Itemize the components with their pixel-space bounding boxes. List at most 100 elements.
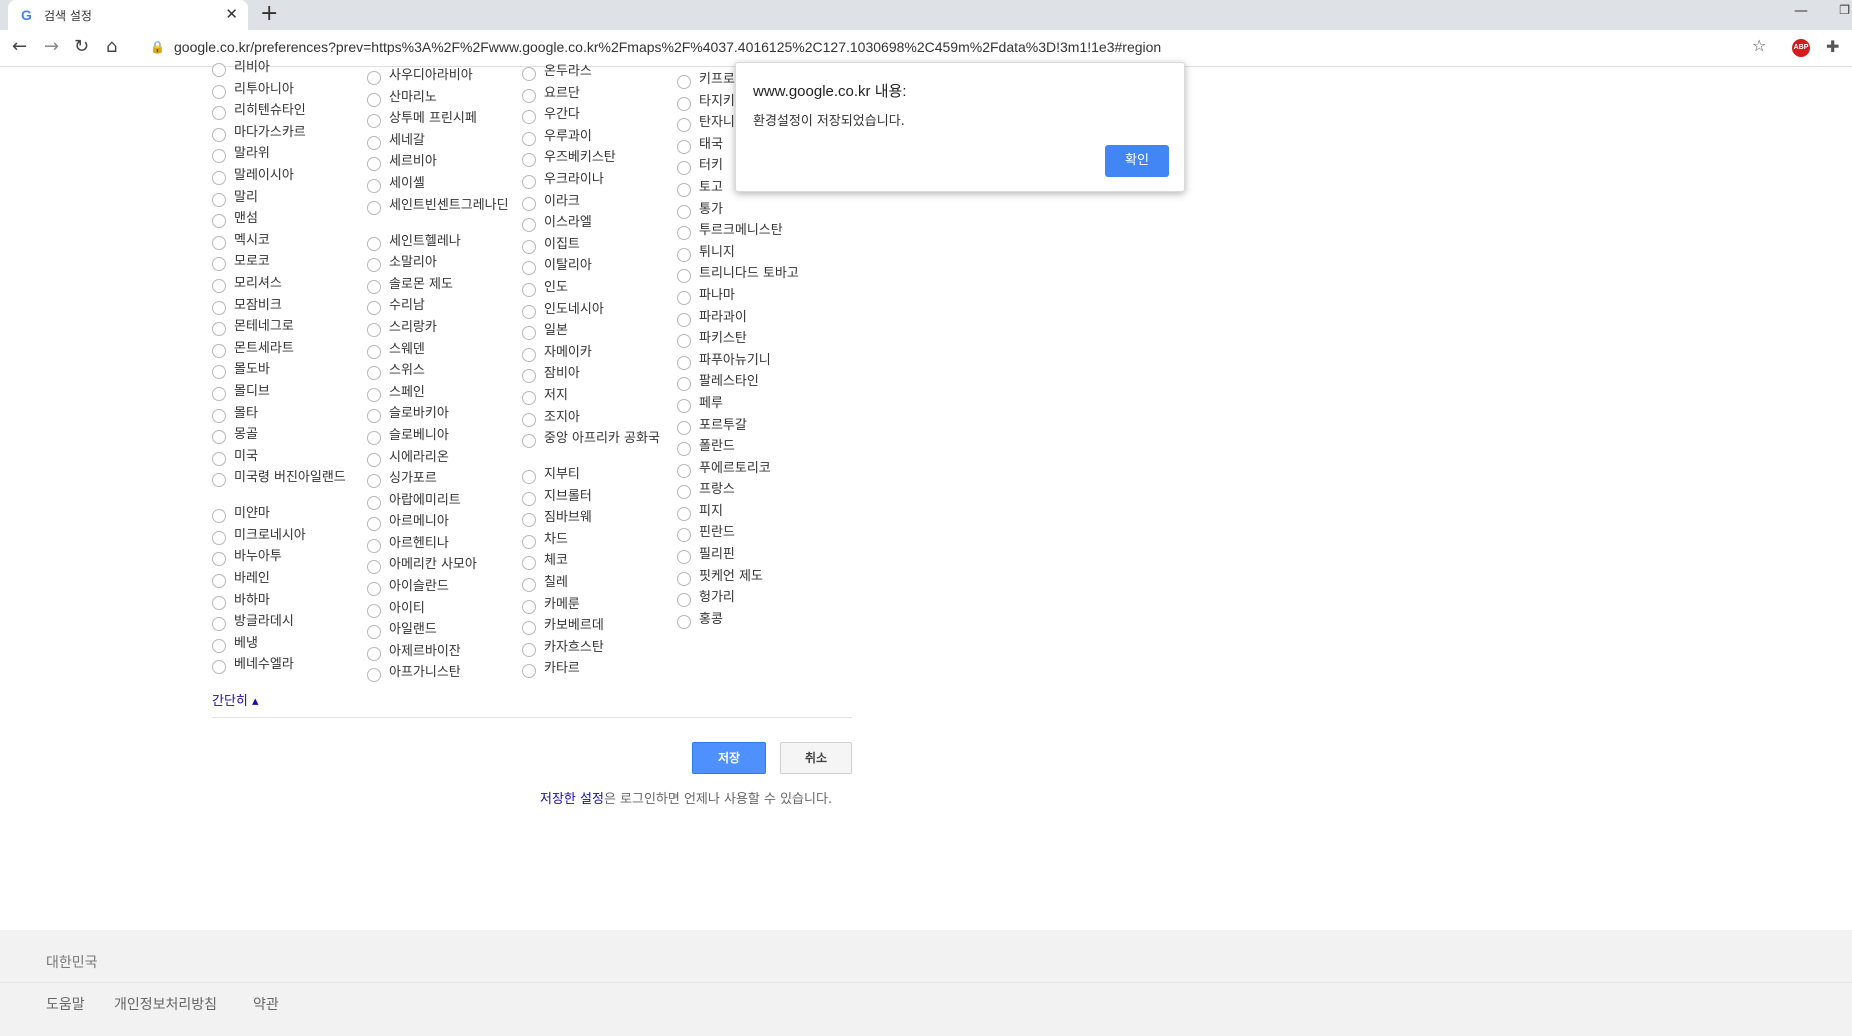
- region-option[interactable]: 우간다: [522, 107, 672, 129]
- region-option[interactable]: 일본: [522, 323, 672, 345]
- radio-button[interactable]: [522, 534, 536, 549]
- saved-settings-link[interactable]: 저장한 설정: [540, 792, 604, 807]
- radio-button[interactable]: [677, 463, 691, 478]
- region-option[interactable]: 파나마: [677, 288, 827, 310]
- radio-button[interactable]: [212, 574, 226, 589]
- region-option[interactable]: 미크로네시아: [212, 528, 362, 550]
- radio-button[interactable]: [677, 377, 691, 392]
- radio-button[interactable]: [367, 178, 381, 193]
- radio-button[interactable]: [677, 398, 691, 413]
- region-option[interactable]: 시에라리온: [367, 450, 517, 472]
- region-option[interactable]: 산마리노: [367, 90, 517, 112]
- radio-button[interactable]: [212, 192, 226, 207]
- region-option[interactable]: 싱가포르: [367, 471, 517, 493]
- radio-button[interactable]: [212, 170, 226, 185]
- radio-button[interactable]: [212, 127, 226, 142]
- radio-button[interactable]: [212, 300, 226, 315]
- region-option[interactable]: 맨섬: [212, 211, 362, 233]
- reload-icon[interactable]: ↻: [74, 36, 89, 57]
- radio-button[interactable]: [522, 470, 536, 485]
- region-option[interactable]: 폴란드: [677, 439, 827, 461]
- region-option[interactable]: 말라위: [212, 146, 362, 168]
- region-option[interactable]: 말레이시아: [212, 168, 362, 190]
- region-option[interactable]: 세인트빈센트그레나딘: [367, 198, 517, 234]
- radio-button[interactable]: [522, 369, 536, 384]
- radio-button[interactable]: [522, 261, 536, 276]
- region-option[interactable]: 리비아: [212, 60, 362, 82]
- region-option[interactable]: 지브롤터: [522, 489, 672, 511]
- radio-button[interactable]: [522, 434, 536, 449]
- collapse-link[interactable]: 간단히 ▴: [212, 690, 259, 709]
- region-option[interactable]: 카타르: [522, 661, 672, 683]
- region-option[interactable]: 미국령 버진아일랜드: [212, 470, 362, 506]
- region-option[interactable]: 수리남: [367, 298, 517, 320]
- region-option[interactable]: 스리랑카: [367, 320, 517, 342]
- radio-button[interactable]: [367, 322, 381, 337]
- radio-button[interactable]: [522, 326, 536, 341]
- region-option[interactable]: 마다가스카르: [212, 125, 362, 147]
- region-option[interactable]: 아랍에미리트: [367, 493, 517, 515]
- region-option[interactable]: 스페인: [367, 385, 517, 407]
- radio-button[interactable]: [367, 582, 381, 597]
- region-option[interactable]: 모로코: [212, 254, 362, 276]
- region-option[interactable]: 카자흐스탄: [522, 640, 672, 662]
- radio-button[interactable]: [677, 226, 691, 241]
- region-option[interactable]: 핏케언 제도: [677, 569, 827, 591]
- region-option[interactable]: 온두라스: [522, 64, 672, 86]
- region-option[interactable]: 이라크: [522, 194, 672, 216]
- radio-button[interactable]: [367, 344, 381, 359]
- radio-button[interactable]: [212, 473, 226, 488]
- region-option[interactable]: 세이셸: [367, 176, 517, 198]
- radio-button[interactable]: [677, 290, 691, 305]
- region-option[interactable]: 스위스: [367, 363, 517, 385]
- radio-button[interactable]: [677, 442, 691, 457]
- region-option[interactable]: 홍콩: [677, 612, 827, 634]
- region-option[interactable]: 세르비아: [367, 154, 517, 176]
- region-option[interactable]: 세네갈: [367, 133, 517, 155]
- radio-button[interactable]: [212, 84, 226, 99]
- region-option[interactable]: 인도: [522, 280, 672, 302]
- radio-button[interactable]: [677, 75, 691, 89]
- radio-button[interactable]: [677, 334, 691, 349]
- region-option[interactable]: 중앙 아프리카 공화국: [522, 431, 672, 467]
- radio-button[interactable]: [677, 139, 691, 154]
- radio-button[interactable]: [212, 257, 226, 272]
- region-option[interactable]: 솔로몬 제도: [367, 277, 517, 299]
- region-option[interactable]: 요르단: [522, 86, 672, 108]
- region-option[interactable]: 이스라엘: [522, 215, 672, 237]
- region-option[interactable]: 몬트세라트: [212, 341, 362, 363]
- radio-button[interactable]: [677, 506, 691, 521]
- radio-button[interactable]: [212, 530, 226, 545]
- region-option[interactable]: 우즈베키스탄: [522, 150, 672, 172]
- footer-link-help[interactable]: 도움말: [46, 994, 85, 1014]
- radio-button[interactable]: [212, 408, 226, 423]
- region-option[interactable]: 모리셔스: [212, 276, 362, 298]
- new-tab-button[interactable]: +: [260, 1, 278, 26]
- radio-button[interactable]: [522, 239, 536, 254]
- radio-button[interactable]: [212, 386, 226, 401]
- radio-button[interactable]: [367, 236, 381, 251]
- radio-button[interactable]: [522, 491, 536, 506]
- region-option[interactable]: 스웨덴: [367, 342, 517, 364]
- radio-button[interactable]: [522, 642, 536, 657]
- region-option[interactable]: 프랑스: [677, 482, 827, 504]
- radio-button[interactable]: [522, 196, 536, 211]
- radio-button[interactable]: [522, 131, 536, 146]
- minimize-icon[interactable]: —: [1794, 3, 1808, 19]
- radio-button[interactable]: [367, 625, 381, 640]
- radio-button[interactable]: [212, 638, 226, 653]
- radio-button[interactable]: [677, 182, 691, 197]
- region-option[interactable]: 몬테네그로: [212, 319, 362, 341]
- radio-button[interactable]: [367, 200, 381, 215]
- radio-button[interactable]: [212, 149, 226, 164]
- radio-button[interactable]: [677, 593, 691, 608]
- radio-button[interactable]: [522, 347, 536, 362]
- region-option[interactable]: 세인트헬레나: [367, 234, 517, 256]
- radio-button[interactable]: [367, 157, 381, 172]
- radio-button[interactable]: [367, 646, 381, 661]
- dialog-ok-button[interactable]: 확인: [1105, 145, 1169, 177]
- region-option[interactable]: 바레인: [212, 571, 362, 593]
- region-option[interactable]: 몽골: [212, 427, 362, 449]
- radio-button[interactable]: [212, 343, 226, 358]
- region-option[interactable]: 통가: [677, 202, 827, 224]
